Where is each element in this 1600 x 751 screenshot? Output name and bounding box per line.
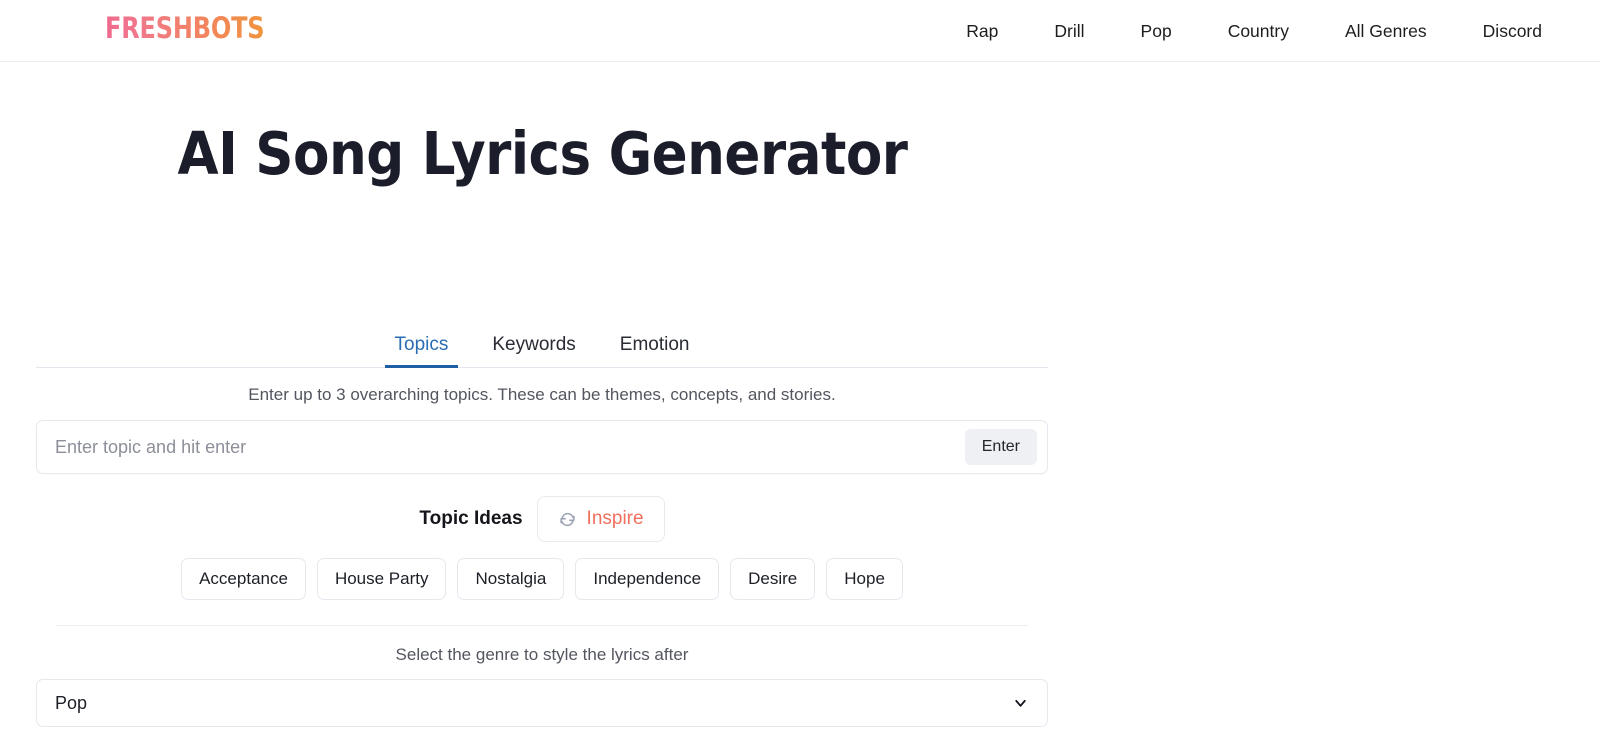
- tab-topics[interactable]: Topics: [373, 334, 471, 368]
- topic-idea-chips: Acceptance House Party Nostalgia Indepen…: [36, 558, 1048, 600]
- chip-independence[interactable]: Independence: [575, 558, 720, 600]
- generator-panel: Topics Keywords Emotion Enter up to 3 ov…: [36, 322, 1048, 727]
- chevron-down-icon: [1012, 695, 1029, 712]
- topic-ideas-label: Topic Ideas: [419, 508, 523, 529]
- tab-keywords[interactable]: Keywords: [470, 334, 597, 367]
- nav-item-rap[interactable]: Rap: [938, 0, 1026, 62]
- topic-ideas-row: Topic Ideas Inspire: [36, 496, 1048, 542]
- brand-logo[interactable]: FRESHBOTS: [105, 11, 265, 45]
- inspire-button[interactable]: Inspire: [536, 496, 665, 542]
- chip-acceptance[interactable]: Acceptance: [181, 558, 306, 600]
- topics-hint: Enter up to 3 overarching topics. These …: [248, 385, 836, 404]
- primary-nav: Rap Drill Pop Country All Genres Discord: [938, 0, 1570, 62]
- nav-item-drill[interactable]: Drill: [1026, 0, 1112, 62]
- chip-nostalgia[interactable]: Nostalgia: [457, 558, 565, 600]
- topic-input-row: Enter: [36, 420, 1048, 474]
- inspire-label: Inspire: [586, 508, 644, 529]
- genre-select[interactable]: Pop: [36, 679, 1048, 727]
- chip-house-party[interactable]: House Party: [316, 558, 447, 600]
- enter-button[interactable]: Enter: [964, 429, 1037, 465]
- genre-hint: Select the genre to style the lyrics aft…: [395, 645, 689, 664]
- nav-item-all-genres[interactable]: All Genres: [1317, 0, 1455, 62]
- nav-item-country[interactable]: Country: [1200, 0, 1317, 62]
- tab-bar: Topics Keywords Emotion: [36, 322, 1048, 368]
- refresh-icon: [558, 510, 577, 529]
- tab-emotion[interactable]: Emotion: [598, 334, 712, 367]
- chip-hope[interactable]: Hope: [826, 558, 903, 600]
- section-divider: [56, 625, 1028, 626]
- topic-input[interactable]: [53, 435, 965, 459]
- page-title: AI Song Lyrics Generator: [177, 118, 908, 188]
- genre-selected-value: Pop: [55, 692, 88, 713]
- top-navbar: FRESHBOTS Rap Drill Pop Country All Genr…: [0, 0, 1600, 62]
- chip-desire[interactable]: Desire: [730, 558, 816, 600]
- nav-item-discord[interactable]: Discord: [1455, 0, 1570, 62]
- nav-item-pop[interactable]: Pop: [1113, 0, 1200, 62]
